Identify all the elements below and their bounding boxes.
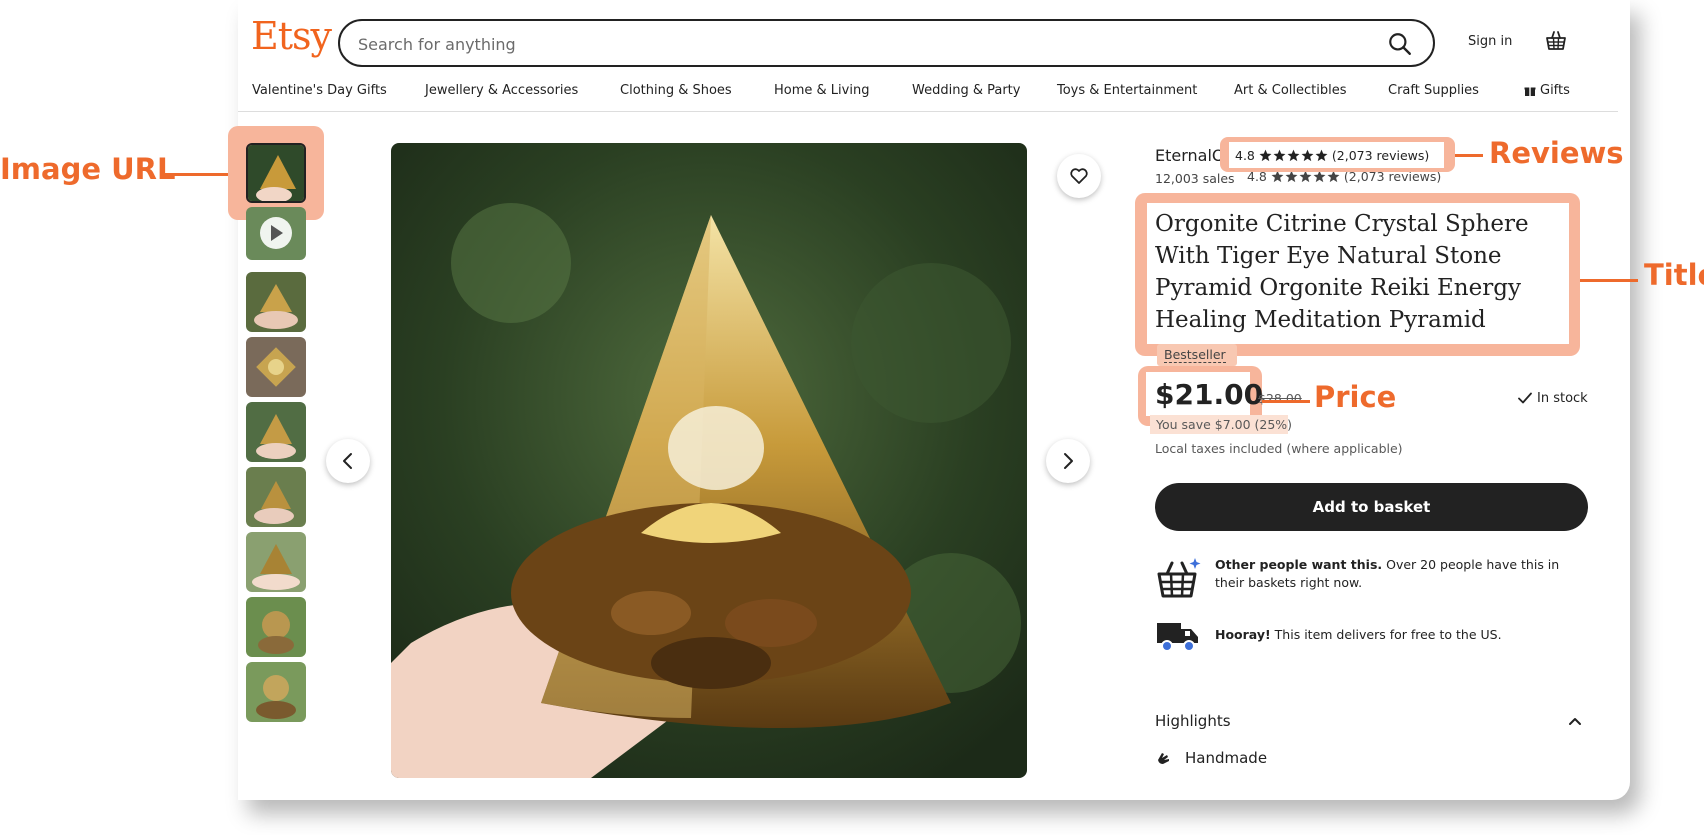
- previous-image-button[interactable]: [326, 439, 370, 483]
- thumbnail-1[interactable]: [246, 143, 306, 203]
- hand-icon: [1158, 753, 1169, 764]
- annotation-price: Price: [1314, 380, 1397, 414]
- nav-divider: [238, 111, 1618, 112]
- annotation-line-image-url: [160, 173, 228, 176]
- annotation-image-url: Image URL: [0, 152, 176, 186]
- savings-text: You save $7.00 (25%): [1156, 417, 1293, 432]
- thumbnail-video-image: [246, 207, 306, 260]
- highlight-handmade: Handmade: [1155, 749, 1267, 767]
- chevron-left-icon: [343, 453, 352, 469]
- bestseller-badge[interactable]: Bestseller: [1164, 347, 1226, 363]
- sign-in-link[interactable]: Sign in: [1468, 34, 1512, 49]
- basket-sparkle-icon: [1157, 558, 1201, 598]
- star-icon: [1301, 149, 1314, 161]
- stock-status-label: In stock: [1537, 390, 1588, 406]
- nav-item-clothing[interactable]: Clothing & Shoes: [620, 83, 732, 98]
- annotation-title: Title: [1644, 258, 1704, 292]
- next-image-button[interactable]: [1046, 439, 1090, 483]
- annotation-line-price: [1262, 400, 1310, 403]
- search-icon[interactable]: [1387, 31, 1413, 57]
- star-icon: [1287, 149, 1300, 161]
- stock-status: In stock: [1517, 390, 1588, 406]
- add-to-basket-button[interactable]: Add to basket: [1155, 483, 1588, 531]
- delivery-text: Hooray! This item delivers for free to t…: [1215, 627, 1502, 642]
- thumbnail-8[interactable]: [246, 597, 306, 657]
- thumbnail-6[interactable]: [246, 467, 306, 527]
- check-icon: [1518, 392, 1532, 404]
- search-input[interactable]: [358, 33, 1318, 55]
- thumbnail-9[interactable]: [246, 662, 306, 722]
- star-icon: [1259, 149, 1272, 161]
- main-product-image[interactable]: [391, 143, 1027, 778]
- chevron-right-icon: [1064, 453, 1073, 469]
- handmade-label: Handmade: [1185, 749, 1268, 767]
- favorite-button[interactable]: [1057, 154, 1101, 198]
- rating-stars: [1259, 149, 1328, 162]
- thumbnail-7[interactable]: [246, 532, 306, 592]
- chevron-up-icon[interactable]: [1567, 713, 1583, 729]
- taxes-note: Local taxes included (where applicable): [1155, 441, 1403, 456]
- nav-item-art[interactable]: Art & Collectibles: [1234, 83, 1346, 98]
- thumbnail-3[interactable]: [246, 272, 306, 332]
- thumbnail-5[interactable]: [246, 402, 306, 462]
- nav-item-craft[interactable]: Craft Supplies: [1388, 83, 1479, 98]
- thumbnail-pyramid-image: [248, 145, 304, 201]
- delivery-truck-icon: [1157, 623, 1198, 652]
- nav-item-gifts[interactable]: Gifts: [1524, 83, 1570, 98]
- thumbnail-4[interactable]: [246, 337, 306, 397]
- search-bar[interactable]: [338, 19, 1435, 67]
- reviews-highlight: 4.8 (2,073 reviews): [1220, 137, 1455, 172]
- thumbnail-video[interactable]: [246, 207, 306, 260]
- price: $21.00: [1155, 378, 1264, 411]
- annotation-line-reviews: [1455, 154, 1483, 157]
- rating-value: 4.8: [1235, 147, 1255, 163]
- original-price: $28.00: [1258, 391, 1302, 406]
- nav-gifts-label: Gifts: [1540, 83, 1570, 98]
- basket-icon[interactable]: [1544, 29, 1568, 53]
- pyramid-photo: [391, 143, 1027, 778]
- heart-icon: [1070, 168, 1088, 184]
- nav-item-valentines[interactable]: Valentine's Day Gifts: [252, 83, 387, 98]
- etsy-logo[interactable]: Etsy: [251, 14, 332, 58]
- listing-title: Orgonite Citrine Crystal Sphere With Tig…: [1155, 211, 1529, 333]
- annotation-line-title: [1580, 279, 1638, 282]
- demand-notice: Other people want this. Over 20 people h…: [1155, 556, 1570, 600]
- rating-row[interactable]: 4.8 (2,073 reviews): [1229, 142, 1444, 168]
- review-count: (2,073 reviews): [1331, 147, 1430, 163]
- nav-item-wedding[interactable]: Wedding & Party: [912, 83, 1020, 98]
- nav-item-jewellery[interactable]: Jewellery & Accessories: [425, 83, 578, 98]
- nav-item-toys[interactable]: Toys & Entertainment: [1057, 83, 1197, 98]
- sales-count: 12,003 sales: [1155, 171, 1235, 186]
- star-icon: [1315, 149, 1328, 161]
- annotation-reviews: Reviews: [1489, 136, 1624, 170]
- nav-item-home-living[interactable]: Home & Living: [774, 83, 869, 98]
- gift-icon: [1524, 87, 1536, 96]
- star-icon: [1273, 149, 1286, 161]
- highlights-heading[interactable]: Highlights: [1155, 712, 1231, 730]
- demand-text: Other people want this. Over 20 people h…: [1215, 557, 1560, 590]
- delivery-notice: Hooray! This item delivers for free to t…: [1155, 618, 1570, 654]
